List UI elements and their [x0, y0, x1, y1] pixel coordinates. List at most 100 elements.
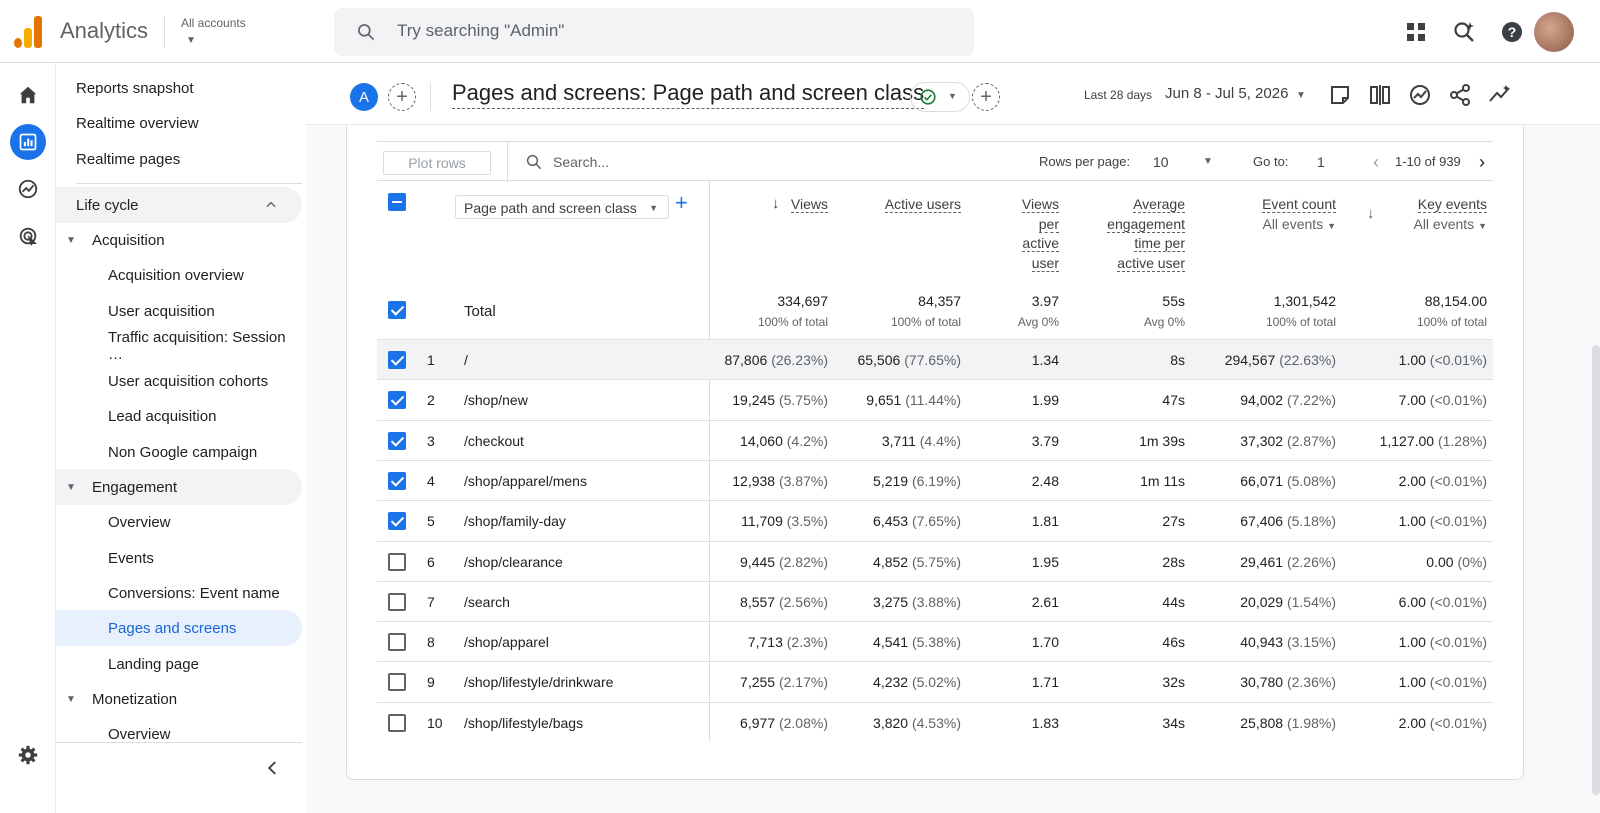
add-filter-button[interactable]: + [972, 83, 1000, 111]
column-header-event-count[interactable]: Event count All events ▼ [1207, 195, 1336, 236]
share-icon[interactable] [1448, 83, 1472, 107]
table-row[interactable]: 7/search 8,557 (2.56%) 3,275 (3.88%) 2.61 44… [377, 580, 1493, 621]
apps-grid-icon[interactable] [1404, 20, 1428, 44]
date-preset-label[interactable]: Last 28 days [1084, 88, 1152, 102]
customize-report-icon[interactable] [1328, 83, 1352, 107]
row-checkbox[interactable] [388, 351, 406, 369]
row-page-path[interactable]: /shop/new [464, 392, 528, 408]
row-page-path[interactable]: /shop/apparel/mens [464, 473, 587, 489]
nav-landing-page[interactable]: Landing page [56, 646, 302, 682]
row-checkbox[interactable] [388, 552, 406, 571]
nav-traffic-acquisition[interactable]: Traffic acquisition: Session … [56, 328, 302, 364]
table-row[interactable]: 4/shop/apparel/mens 12,938 (3.87%) 5,219 (… [377, 459, 1493, 500]
row-checkbox[interactable] [388, 673, 406, 692]
nav-non-google-campaign[interactable]: Non Google campaign [56, 434, 302, 470]
caret-down-icon[interactable]: ▼ [186, 35, 196, 46]
row-page-path[interactable]: /shop/family-day [464, 513, 566, 529]
column-header-active-users[interactable]: Active users [847, 195, 961, 215]
home-icon[interactable] [10, 77, 46, 113]
table-row[interactable]: 5/shop/family-day 11,709 (3.5%) 6,453 (7.6… [377, 500, 1493, 540]
select-all-checkbox[interactable] [388, 193, 406, 211]
row-page-path[interactable]: /shop/lifestyle/bags [464, 715, 583, 731]
compare-icon[interactable] [1368, 83, 1392, 107]
caret-down-icon[interactable]: ▼ [66, 235, 76, 246]
analytics-logo[interactable] [14, 16, 44, 48]
chevron-right-icon[interactable]: › [1479, 152, 1485, 173]
table-row[interactable]: 1 / 87,806 (26.23%) 65,506 (77.65%) 1.34 8s 29… [377, 339, 1493, 379]
row-checkbox[interactable] [388, 431, 406, 450]
row-checkbox[interactable] [388, 633, 406, 652]
report-status-pill[interactable]: ▼ [910, 82, 970, 112]
insights-icon[interactable] [1408, 83, 1432, 107]
table-row[interactable]: 9/shop/lifestyle/drinkware 7,255 (2.17%) 4… [377, 661, 1493, 701]
event-filter-select[interactable]: All events [1413, 216, 1474, 232]
event-filter-select[interactable]: All events [1262, 216, 1323, 232]
dimension-selector[interactable]: Page path and screen class ▼ [455, 195, 669, 219]
row-checkbox[interactable] [388, 713, 406, 732]
advertising-icon[interactable] [10, 218, 46, 254]
row-page-path[interactable]: /shop/apparel [464, 634, 549, 650]
nav-user-acquisition[interactable]: User acquisition [56, 293, 302, 329]
add-dimension-button[interactable]: + [675, 192, 688, 214]
nav-realtime-pages[interactable]: Realtime pages [56, 141, 302, 177]
trend-icon[interactable] [1488, 83, 1512, 107]
caret-down-icon[interactable]: ▼ [66, 482, 76, 493]
row-checkbox[interactable] [388, 512, 406, 531]
caret-down-icon[interactable]: ▼ [1327, 221, 1336, 231]
nav-engagement-overview[interactable]: Overview [56, 504, 302, 540]
nav-group-monetization[interactable]: ▼ Monetization [56, 681, 302, 717]
nav-group-engagement[interactable]: ▼ Engagement [56, 469, 302, 505]
total-checkbox[interactable] [388, 301, 406, 319]
row-checkbox[interactable] [388, 471, 406, 490]
nav-group-acquisition[interactable]: ▼ Acquisition [56, 222, 302, 258]
column-header-views[interactable]: Views [757, 195, 828, 215]
reports-icon[interactable] [10, 124, 46, 160]
table-search-input[interactable]: Search... [553, 154, 609, 170]
chevron-left-icon[interactable]: ‹ [1373, 152, 1379, 173]
add-comparison-button[interactable]: + [388, 83, 416, 111]
account-selector[interactable]: All accounts [181, 16, 246, 30]
date-range[interactable]: Jun 8 - Jul 5, 2026 [1165, 85, 1288, 102]
help-icon[interactable]: ? [1500, 20, 1524, 44]
nav-section-life-cycle[interactable]: Life cycle [56, 187, 302, 223]
nav-lead-acquisition[interactable]: Lead acquisition [56, 398, 302, 434]
global-search-bar[interactable]: Try searching "Admin" [334, 8, 974, 56]
rows-per-page-select[interactable]: 10 [1153, 154, 1169, 170]
settings-icon[interactable] [10, 737, 46, 773]
row-checkbox[interactable] [388, 592, 406, 611]
caret-down-icon[interactable]: ▼ [1203, 156, 1213, 167]
nav-reports-snapshot[interactable]: Reports snapshot [56, 70, 302, 106]
chevron-up-icon[interactable] [264, 198, 278, 212]
caret-down-icon[interactable]: ▼ [1296, 90, 1306, 101]
row-page-path[interactable]: /search [464, 594, 510, 610]
page-title[interactable]: Pages and screens: Page path and screen … [452, 80, 925, 109]
table-row[interactable]: 3/checkout 14,060 (4.2%) 3,711 (4.4%) 3.79 1… [377, 419, 1493, 460]
plot-rows-button[interactable]: Plot rows [383, 151, 491, 175]
nav-conversions[interactable]: Conversions: Event name [56, 575, 302, 611]
column-header-avg-engagement-time[interactable]: Average engagement time per active user [1077, 195, 1185, 273]
row-page-path[interactable]: /shop/lifestyle/drinkware [464, 674, 613, 690]
table-row[interactable]: 8/shop/apparel 7,713 (2.3%) 4,541 (5.38%) 1… [377, 621, 1493, 661]
nav-pages-and-screens[interactable]: Pages and screens [56, 610, 302, 646]
table-row[interactable]: 6/shop/clearance 9,445 (2.82%) 4,852 (5.75… [377, 540, 1493, 581]
caret-down-icon[interactable]: ▼ [1478, 221, 1487, 231]
row-page-path[interactable]: /shop/clearance [464, 554, 563, 570]
comparison-avatar[interactable]: A [350, 83, 378, 111]
nav-events[interactable]: Events [56, 540, 302, 576]
sort-arrow-icon[interactable]: ↓ [1367, 205, 1375, 222]
vertical-scrollbar[interactable] [1592, 345, 1600, 795]
row-page-path[interactable]: /checkout [464, 433, 524, 449]
table-row[interactable]: 2/shop/new 19,245 (5.75%) 9,651 (11.44%) 1.… [377, 379, 1493, 419]
nav-acquisition-overview[interactable]: Acquisition overview [56, 257, 302, 293]
table-row[interactable]: 10/shop/lifestyle/bags 6,977 (2.08%) 3,820… [377, 701, 1493, 742]
row-page-path[interactable]: / [464, 352, 468, 368]
caret-down-icon[interactable]: ▼ [66, 694, 76, 705]
column-header-key-events[interactable]: Key events All events ▼ [1377, 195, 1487, 236]
search-insights-icon[interactable] [1452, 20, 1476, 44]
account-avatar[interactable] [1534, 12, 1574, 52]
collapse-icon[interactable] [264, 759, 282, 777]
nav-realtime-overview[interactable]: Realtime overview [56, 105, 302, 141]
explore-icon[interactable] [10, 171, 46, 207]
goto-input[interactable]: 1 [1317, 154, 1325, 170]
column-header-views-per-user[interactable]: Views per active user [987, 195, 1059, 273]
